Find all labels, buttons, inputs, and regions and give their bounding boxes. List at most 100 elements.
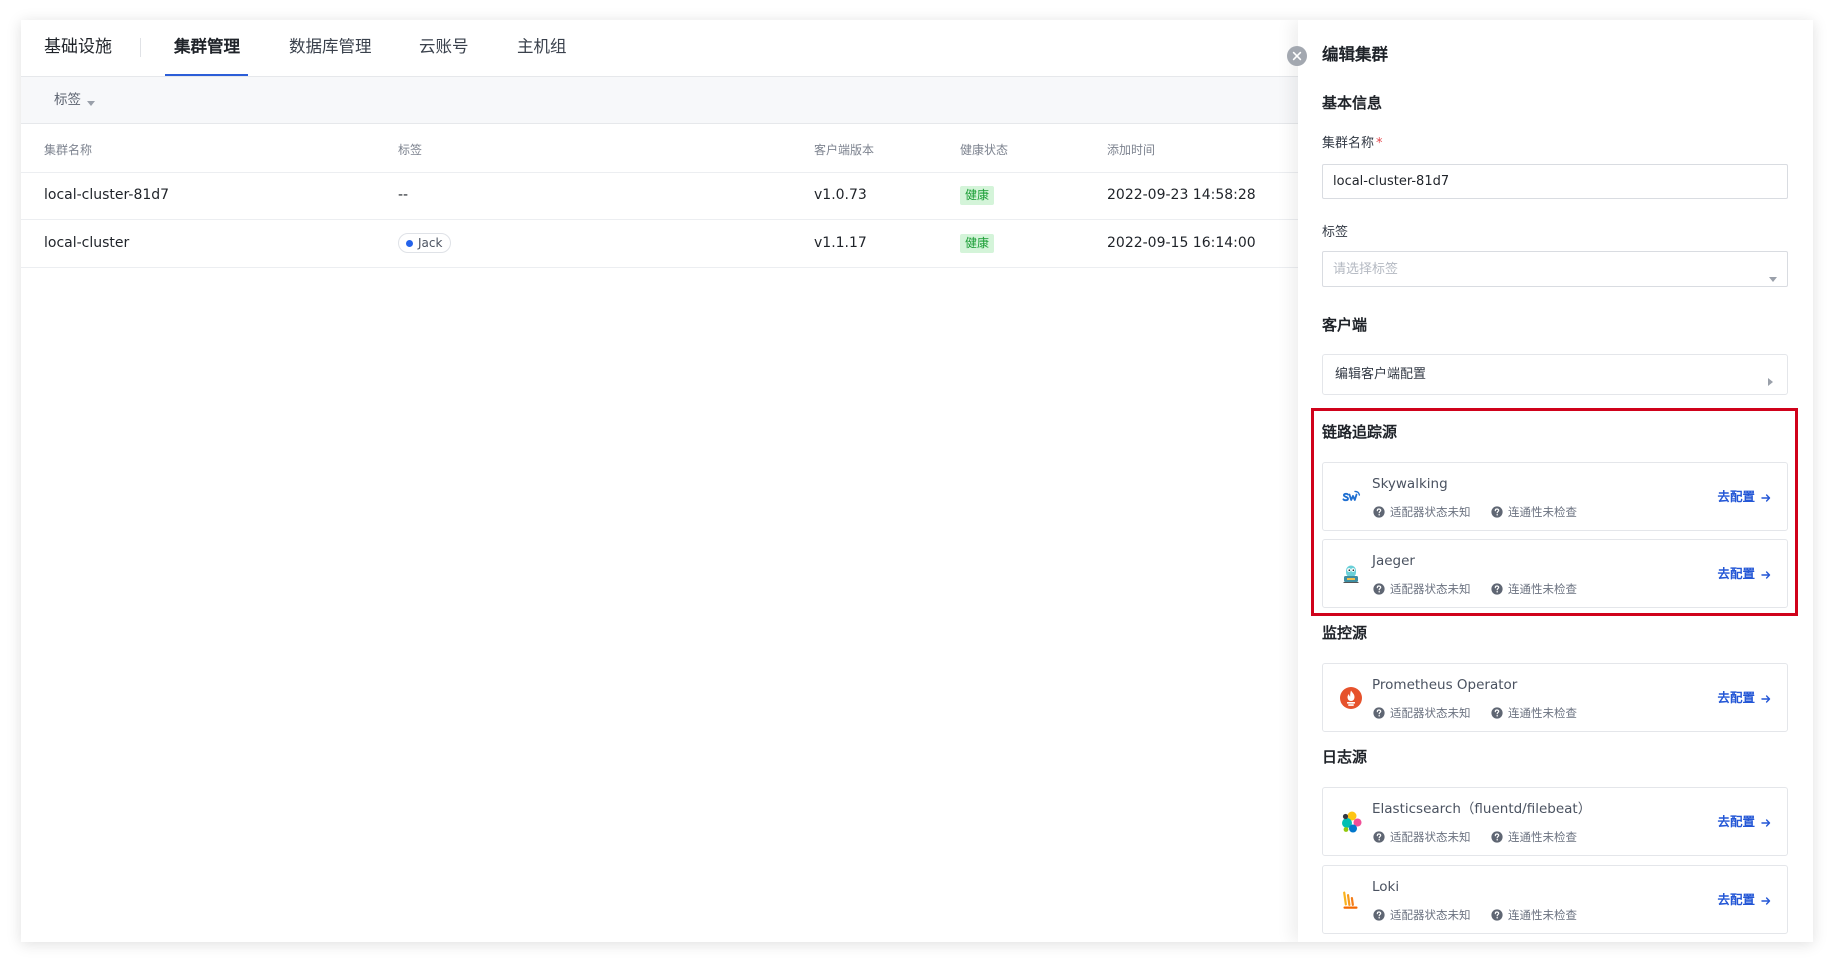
connectivity-status: 连通性未检查: [1491, 906, 1577, 924]
configure-link-label: 去配置: [1717, 814, 1755, 829]
cluster-name-label: 集群名称 *: [1322, 135, 1383, 153]
section-title: 基础设施: [44, 37, 112, 57]
caret-down-icon: [87, 91, 95, 110]
column-header-name: 集群名称: [44, 143, 93, 157]
edit-cluster-drawer: 编辑集群 基本信息 集群名称* 标签 请选择标签 客户端 编辑客户端配置 链路追…: [1287, 20, 1813, 942]
configure-jaeger-link[interactable]: 去配置: [1717, 565, 1771, 583]
source-card-loki: Loki 适配器状态未知 连通性未检查 去配置: [1322, 865, 1788, 934]
caret-right-icon: [1768, 371, 1773, 390]
adapter-status: 适配器状态未知: [1373, 906, 1471, 924]
adapter-status-text: 适配器状态未知: [1390, 582, 1471, 596]
help-circle-icon: [1373, 828, 1385, 847]
source-card-elasticsearch: Elasticsearch（fluentd/filebeat） 适配器状态未知 …: [1322, 787, 1788, 856]
source-name: Jaeger: [1372, 553, 1415, 569]
adapter-status: 适配器状态未知: [1373, 580, 1471, 598]
help-circle-icon: [1491, 828, 1503, 847]
added-time-cell: 2022-09-15 16:14:00: [1107, 235, 1256, 251]
close-drawer-button[interactable]: [1286, 45, 1308, 67]
help-circle-icon: [1491, 906, 1503, 925]
tag-select[interactable]: 请选择标签: [1322, 251, 1788, 287]
configure-elasticsearch-link[interactable]: 去配置: [1717, 813, 1771, 831]
configure-link-label: 去配置: [1717, 566, 1755, 581]
source-card-skywalking: Skywalking 适配器状态未知 连通性未检查 去配置: [1322, 462, 1788, 531]
skywalking-icon: [1339, 485, 1363, 509]
adapter-status-text: 适配器状态未知: [1390, 505, 1471, 519]
connectivity-status-text: 连通性未检查: [1508, 706, 1577, 720]
arrow-right-icon: [1761, 565, 1771, 584]
connectivity-status-text: 连通性未检查: [1508, 830, 1577, 844]
column-header-tag: 标签: [398, 143, 423, 157]
help-circle-icon: [1373, 704, 1385, 723]
version-cell: v1.1.17: [814, 235, 867, 251]
basic-info-heading: 基本信息: [1322, 94, 1383, 112]
tab-host-group[interactable]: 主机组: [517, 36, 567, 58]
arrow-right-icon: [1761, 891, 1771, 910]
tab-cluster-management[interactable]: 集群管理: [174, 36, 240, 58]
source-name: Skywalking: [1372, 476, 1448, 492]
adapter-status-text: 适配器状态未知: [1390, 830, 1471, 844]
column-header-added: 添加时间: [1107, 143, 1156, 157]
tag-pill-label: Jack: [418, 236, 443, 250]
connectivity-status-text: 连通性未检查: [1508, 908, 1577, 922]
monitoring-source-heading: 监控源: [1322, 624, 1368, 642]
edit-client-config-button[interactable]: 编辑客户端配置: [1322, 354, 1788, 395]
tag-select-placeholder: 请选择标签: [1333, 262, 1399, 277]
help-circle-icon: [1491, 503, 1503, 522]
health-badge: 健康: [960, 234, 995, 253]
close-icon: [1286, 46, 1308, 71]
tag-filter-label: 标签: [54, 92, 81, 108]
edit-client-config-label: 编辑客户端配置: [1335, 367, 1427, 382]
configure-prometheus-link[interactable]: 去配置: [1717, 689, 1771, 707]
elasticsearch-icon: [1339, 810, 1363, 834]
configure-link-label: 去配置: [1717, 892, 1755, 907]
drawer-title: 编辑集群: [1322, 45, 1388, 64]
source-card-prometheus: Prometheus Operator 适配器状态未知 连通性未检查 去配置: [1322, 663, 1788, 732]
connectivity-status: 连通性未检查: [1491, 828, 1577, 846]
nav-divider: [140, 38, 141, 57]
configure-link-label: 去配置: [1717, 489, 1755, 504]
adapter-status: 适配器状态未知: [1373, 828, 1471, 846]
tab-cloud-account[interactable]: 云账号: [419, 36, 469, 58]
column-header-health: 健康状态: [960, 143, 1009, 157]
tracing-source-heading: 链路追踪源: [1322, 423, 1398, 441]
source-name: Prometheus Operator: [1372, 677, 1518, 693]
help-circle-icon: [1373, 580, 1385, 599]
tag-filter-dropdown[interactable]: 标签: [54, 90, 95, 110]
cluster-name-input[interactable]: [1322, 164, 1788, 199]
help-circle-icon: [1491, 580, 1503, 599]
jaeger-icon: [1339, 562, 1363, 586]
connectivity-status-text: 连通性未检查: [1508, 505, 1577, 519]
loki-icon: [1339, 888, 1363, 912]
active-tab-indicator: [165, 74, 248, 76]
adapter-status: 适配器状态未知: [1373, 503, 1471, 521]
help-circle-icon: [1373, 906, 1385, 925]
version-cell: v1.0.73: [814, 187, 867, 203]
health-badge: 健康: [960, 186, 995, 205]
configure-loki-link[interactable]: 去配置: [1717, 891, 1771, 909]
tag-cell: --: [398, 187, 409, 203]
tag-label: 标签: [1322, 225, 1349, 240]
cluster-table: 集群名称 标签 客户端版本 健康状态 添加时间 local-cluster-81…: [21, 123, 1813, 273]
connectivity-status: 连通性未检查: [1491, 580, 1577, 598]
client-heading: 客户端: [1322, 316, 1368, 334]
prometheus-icon: [1339, 686, 1363, 710]
configure-skywalking-link[interactable]: 去配置: [1717, 488, 1771, 506]
source-card-jaeger: Jaeger 适配器状态未知 连通性未检查 去配置: [1322, 539, 1788, 608]
arrow-right-icon: [1761, 689, 1771, 708]
cluster-name-label-text: 集群名称: [1322, 136, 1375, 151]
adapter-status: 适配器状态未知: [1373, 704, 1471, 722]
tab-database-management[interactable]: 数据库管理: [289, 36, 372, 58]
adapter-status-text: 适配器状态未知: [1390, 706, 1471, 720]
column-header-version: 客户端版本: [814, 143, 875, 157]
arrow-right-icon: [1761, 488, 1771, 507]
adapter-status-text: 适配器状态未知: [1390, 908, 1471, 922]
caret-down-icon: [1769, 267, 1777, 286]
source-name: Elasticsearch（fluentd/filebeat）: [1372, 801, 1592, 817]
arrow-right-icon: [1761, 813, 1771, 832]
tag-dot: [406, 239, 413, 247]
source-name: Loki: [1372, 879, 1400, 895]
cluster-name-cell[interactable]: local-cluster: [44, 234, 129, 252]
help-circle-icon: [1373, 503, 1385, 522]
configure-link-label: 去配置: [1717, 690, 1755, 705]
cluster-name-cell[interactable]: local-cluster-81d7: [44, 186, 169, 204]
